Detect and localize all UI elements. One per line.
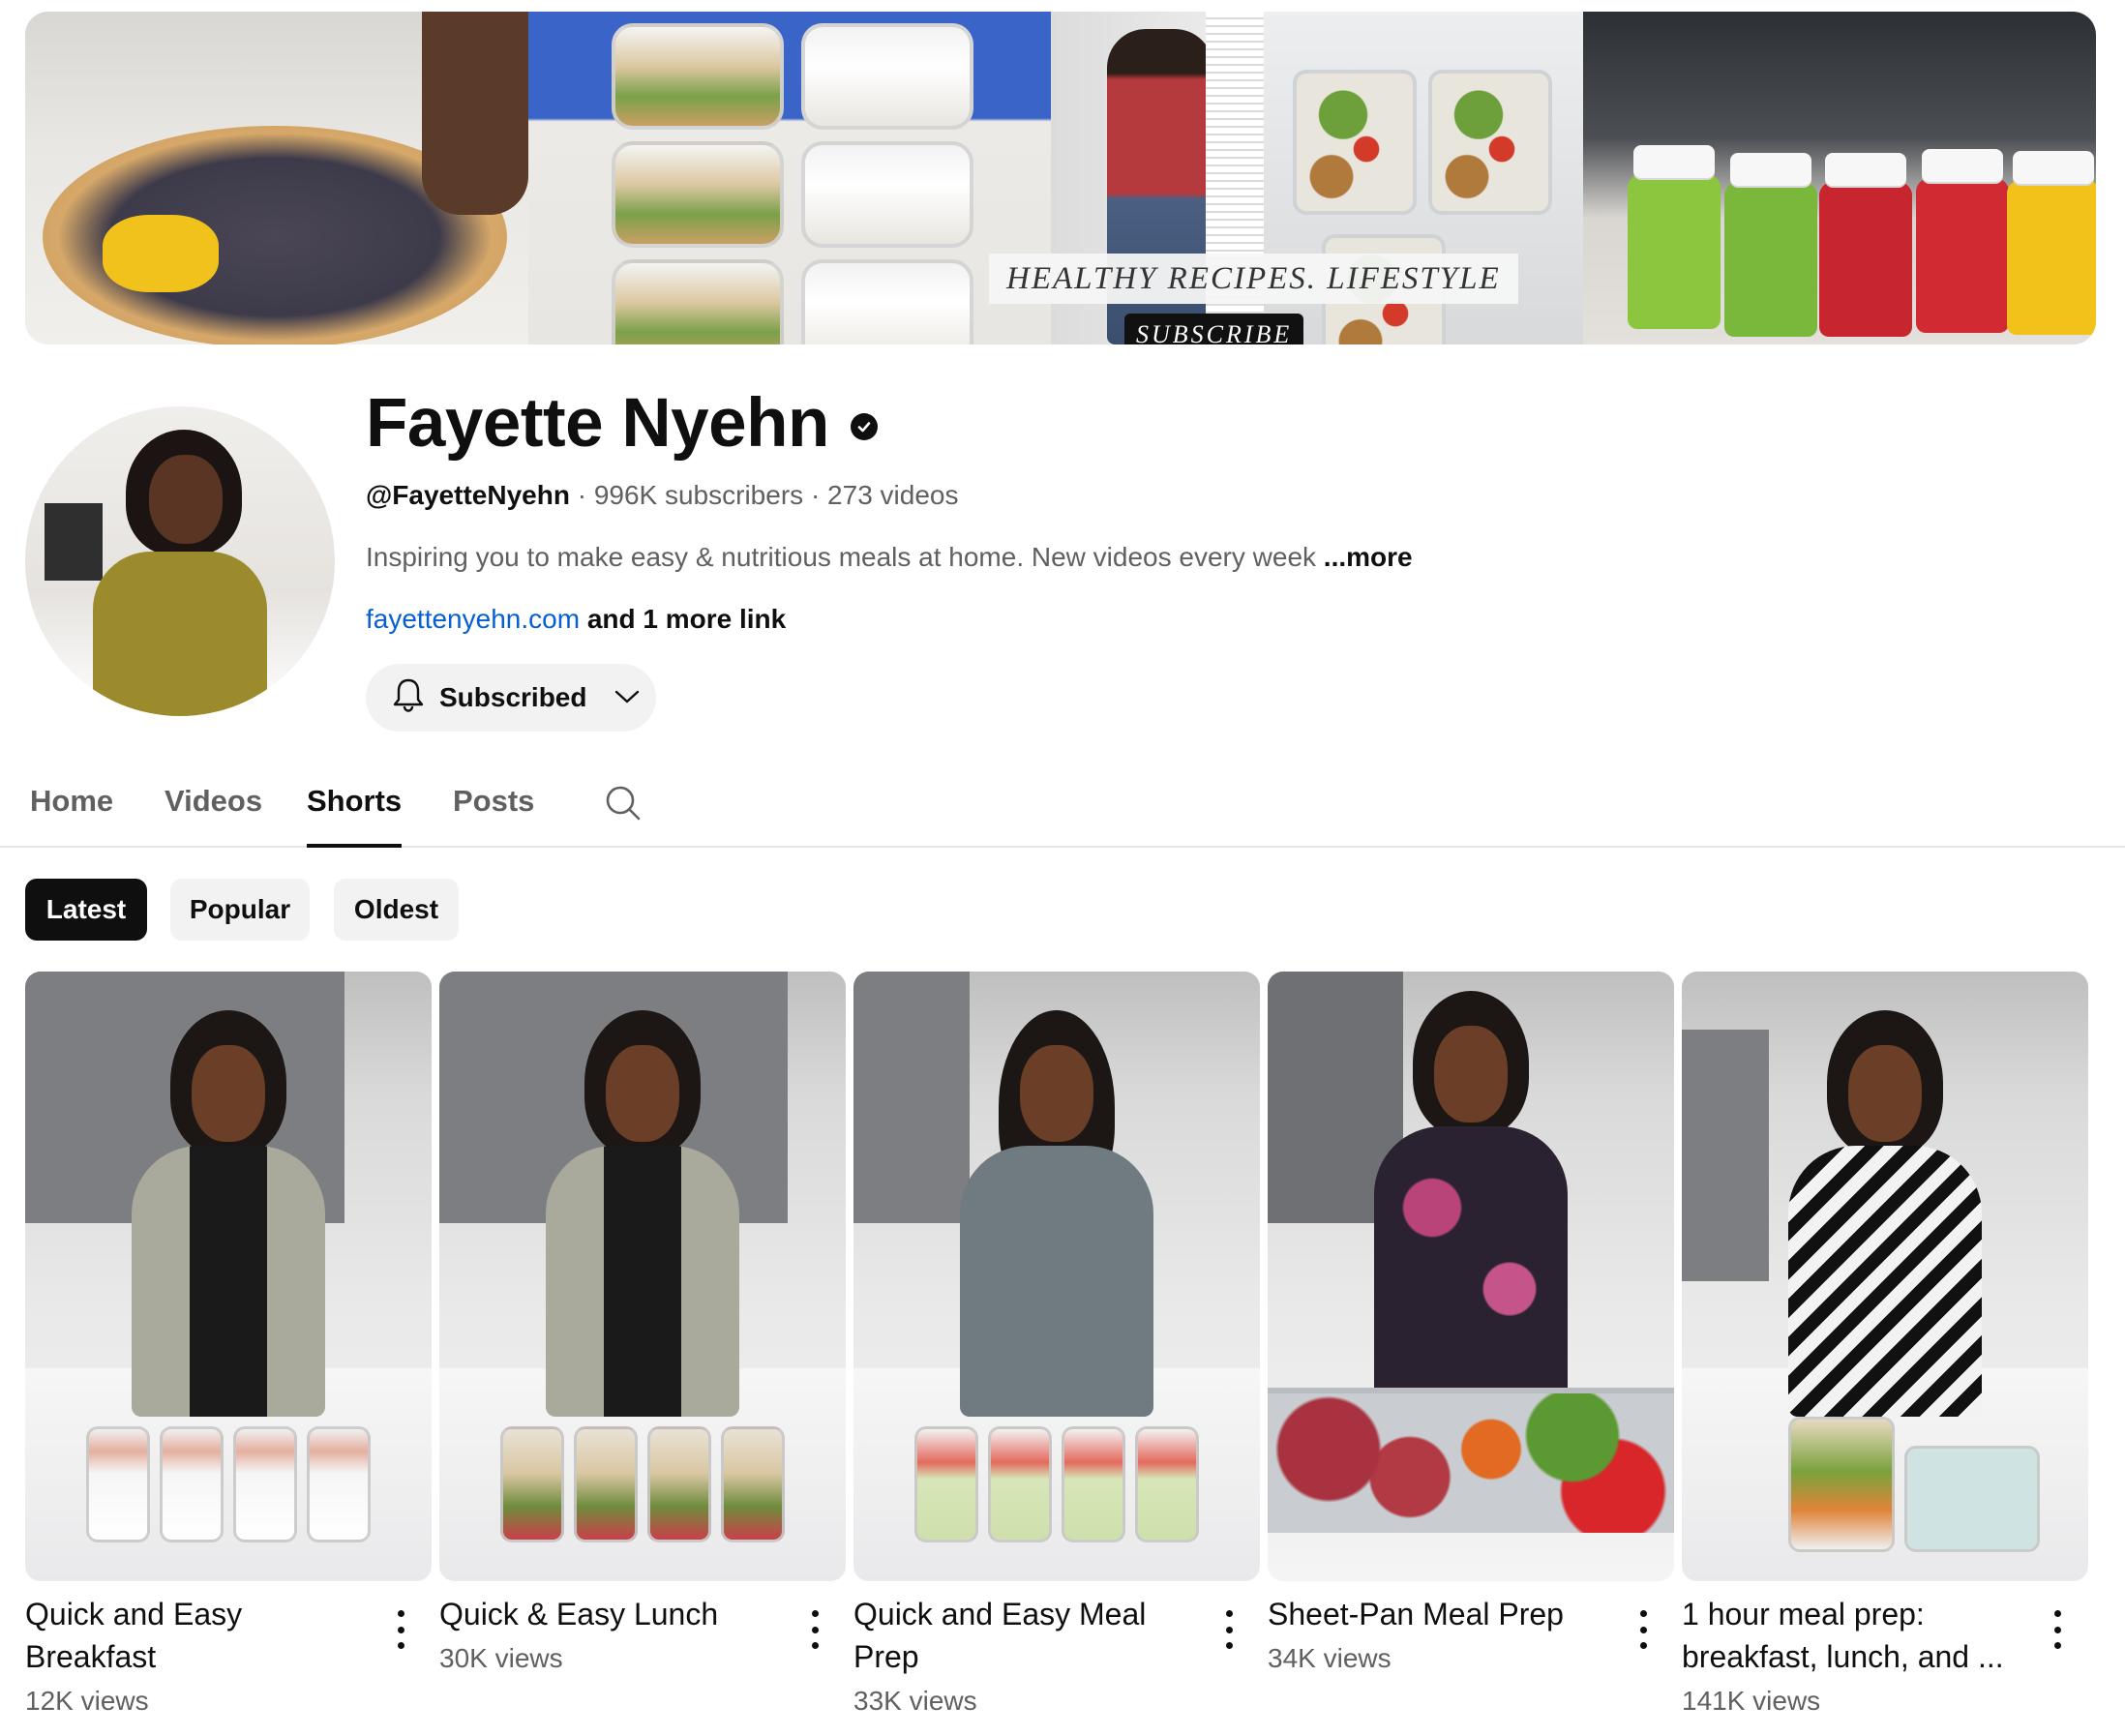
more-vert-icon[interactable] [395, 1610, 406, 1649]
short-title[interactable]: Quick & Easy Lunch [439, 1593, 792, 1635]
chip-popular[interactable]: Popular [170, 879, 310, 941]
banner-subscribe-label: SUBSCRIBE [1124, 314, 1304, 344]
channel-tabs: Home Videos Shorts Posts [0, 774, 2125, 848]
meta-separator: · [577, 480, 587, 510]
short-card[interactable]: Sheet-Pan Meal Prep 34K views [1268, 972, 1674, 1678]
chip-latest[interactable]: Latest [25, 879, 147, 941]
short-title[interactable]: 1 hour meal prep: breakfast, lunch, and … [1682, 1593, 2034, 1678]
description-more-link[interactable]: ...more [1324, 542, 1413, 572]
meta-separator: · [810, 480, 821, 510]
short-views: 33K views [853, 1686, 977, 1716]
short-card[interactable]: Quick & Easy Lunch 30K views [439, 972, 846, 1678]
video-count: 273 videos [827, 480, 959, 510]
description-text: Inspiring you to make easy & nutritious … [366, 542, 1317, 572]
short-views: 30K views [439, 1643, 563, 1673]
chip-oldest[interactable]: Oldest [334, 879, 459, 941]
short-title[interactable]: Sheet-Pan Meal Prep [1268, 1593, 1620, 1635]
channel-avatar[interactable] [25, 406, 335, 716]
short-views: 141K views [1682, 1686, 1821, 1716]
subscribed-button[interactable]: Subscribed [366, 664, 656, 732]
tab-videos[interactable]: Videos [165, 784, 262, 848]
more-vert-icon[interactable] [809, 1610, 821, 1649]
channel-banner: HEALTHY RECIPES. LIFESTYLE SUBSCRIBE [25, 12, 2096, 344]
verified-check-icon [850, 413, 878, 440]
channel-handle: @FayetteNyehn [366, 480, 570, 510]
short-card[interactable]: Quick and Easy Breakfast 12K views [25, 972, 432, 1721]
tab-shorts[interactable]: Shorts [307, 784, 403, 848]
banner-image-juice-bottles [1583, 12, 2096, 344]
short-title[interactable]: Quick and Easy Breakfast [25, 1593, 377, 1678]
more-vert-icon[interactable] [1637, 1610, 1649, 1649]
short-card[interactable]: Quick and Easy Meal Prep 33K views [853, 972, 1260, 1721]
short-thumbnail[interactable] [853, 972, 1260, 1581]
bell-icon [391, 676, 426, 720]
short-thumbnail[interactable] [439, 972, 846, 1581]
short-thumbnail[interactable] [1268, 972, 1674, 1581]
short-thumbnail[interactable] [25, 972, 432, 1581]
channel-title: Fayette Nyehn [366, 383, 878, 464]
more-links-button[interactable]: and 1 more link [587, 604, 786, 634]
short-card[interactable]: 1 hour meal prep: breakfast, lunch, and … [1682, 972, 2088, 1721]
short-title[interactable]: Quick and Easy Meal Prep [853, 1593, 1206, 1678]
website-link[interactable]: fayettenyehn.com [366, 604, 580, 634]
search-icon[interactable] [604, 784, 643, 823]
subscribed-label: Subscribed [439, 682, 587, 712]
tab-posts[interactable]: Posts [453, 784, 534, 848]
short-views: 34K views [1268, 1643, 1392, 1673]
channel-meta: @FayetteNyehn · 996K subscribers · 273 v… [366, 478, 958, 513]
banner-image-meal-jars [528, 12, 1051, 344]
tab-home[interactable]: Home [30, 784, 113, 848]
banner-image-fruit-bowl [25, 12, 528, 344]
subscriber-count: 996K subscribers [593, 480, 804, 510]
short-views: 12K views [25, 1686, 149, 1716]
chevron-down-icon [614, 682, 641, 713]
short-thumbnail[interactable] [1682, 972, 2088, 1581]
channel-name-text: Fayette Nyehn [366, 385, 829, 462]
more-vert-icon[interactable] [2051, 1610, 2063, 1649]
channel-description[interactable]: Inspiring you to make easy & nutritious … [366, 540, 1413, 575]
banner-tagline: HEALTHY RECIPES. LIFESTYLE [989, 254, 1518, 304]
more-vert-icon[interactable] [1223, 1610, 1235, 1649]
channel-links: fayettenyehn.com and 1 more link [366, 602, 786, 637]
